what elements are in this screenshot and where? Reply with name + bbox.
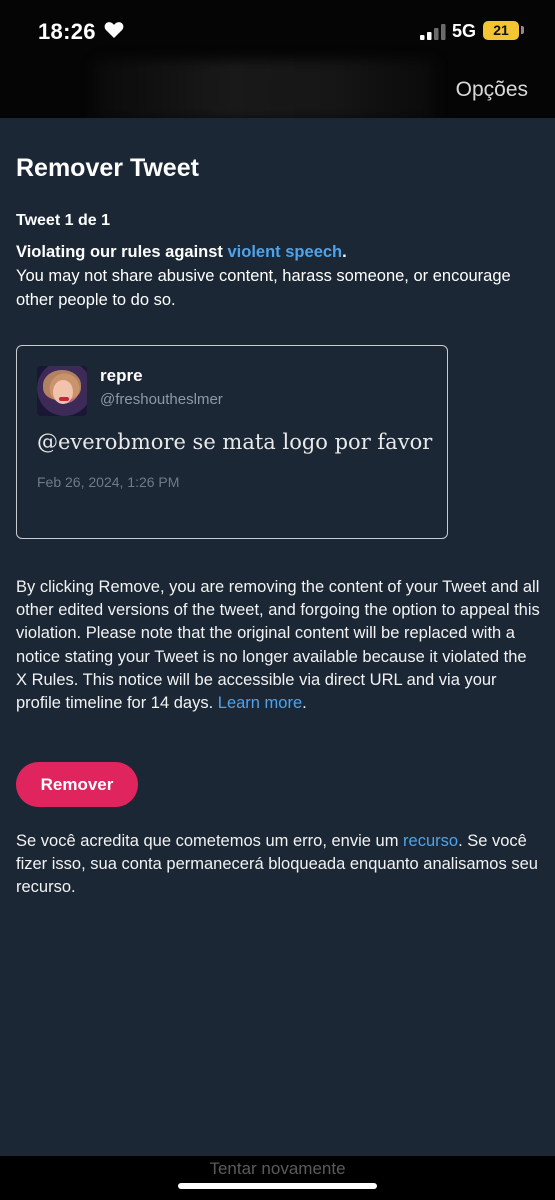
notice-text: By clicking Remove, you are removing the… xyxy=(16,578,540,713)
remove-button[interactable]: Remover xyxy=(16,762,138,807)
signal-icon xyxy=(420,24,446,40)
bottom-bar: Tentar novamente xyxy=(0,1156,555,1200)
page-title: Remover Tweet xyxy=(16,154,199,182)
rule-description: You may not share abusive content, haras… xyxy=(16,267,511,309)
tweet-card: repre @freshoutheslmer @everobmore se ma… xyxy=(16,345,448,539)
network-type: 5G xyxy=(452,21,477,41)
remove-notice: By clicking Remove, you are removing the… xyxy=(16,576,541,715)
tweet-username: repre xyxy=(100,366,143,385)
blurred-background xyxy=(95,60,435,118)
appeal-notice: Se você acredita que cometemos um erro, … xyxy=(16,830,546,900)
tweet-counter: Tweet 1 de 1 xyxy=(16,212,110,229)
rule-prefix: Violating our rules against xyxy=(16,243,228,261)
appeal-link[interactable]: recurso xyxy=(403,832,458,850)
options-button[interactable]: Opções xyxy=(456,78,528,102)
rule-suffix: . xyxy=(342,243,347,261)
remove-tweet-sheet: Remover Tweet Tweet 1 de 1 Violating our… xyxy=(0,118,555,1156)
avatar-lips xyxy=(59,397,69,401)
avatar xyxy=(37,366,87,416)
violent-speech-link[interactable]: violent speech xyxy=(228,243,343,261)
screen: 18:26 5G 21 Opções Remover Tweet Tweet 1… xyxy=(0,0,555,1200)
battery-icon: 21 xyxy=(483,21,519,40)
status-time: 18:26 xyxy=(38,19,96,44)
home-indicator[interactable] xyxy=(178,1183,377,1189)
appeal-prefix: Se você acredita que cometemos um erro, … xyxy=(16,832,404,850)
tweet-date: Feb 26, 2024, 1:26 PM xyxy=(37,474,180,490)
rule-violation: Violating our rules against violent spee… xyxy=(16,240,536,312)
heart-icon xyxy=(104,22,124,38)
tweet-handle: @freshoutheslmer xyxy=(100,391,223,408)
retry-button[interactable]: Tentar novamente xyxy=(0,1159,555,1179)
battery-tip xyxy=(521,26,524,34)
top-area: 18:26 5G 21 Opções xyxy=(0,0,555,118)
tweet-text: @everobmore se mata logo por favor xyxy=(37,430,433,454)
learn-more-link[interactable]: Learn more xyxy=(218,694,302,712)
notice-end: . xyxy=(302,694,307,713)
